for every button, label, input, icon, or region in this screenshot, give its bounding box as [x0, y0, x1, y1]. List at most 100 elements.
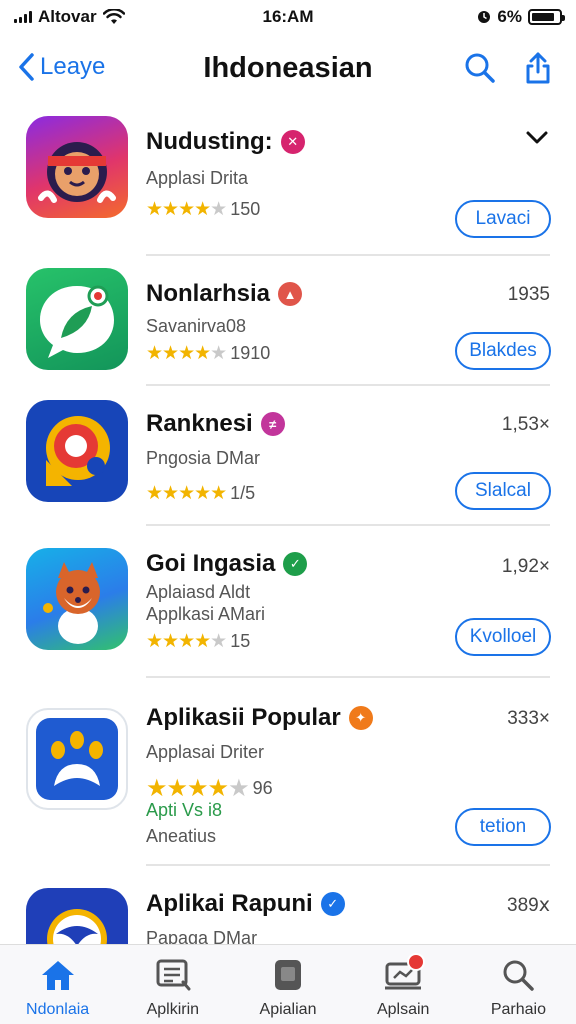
- app-name-text: Nonlarhsia: [146, 280, 271, 307]
- divider: [146, 254, 550, 256]
- app-subtitle: Pngosia DMar: [146, 448, 261, 468]
- list-item[interactable]: Nonlarhsia ▲ 1935 Savanirva08 ★★★★★ 1910…: [0, 264, 576, 384]
- verified-badge-icon: ✕: [280, 130, 305, 154]
- editor-choice-badge-icon: ≠: [260, 412, 285, 436]
- tab-list[interactable]: Aplkirin: [115, 945, 230, 1024]
- app-name: Goi Ingasia ✓: [146, 550, 308, 578]
- signal-icon: [14, 11, 32, 23]
- rating-count: 150: [230, 199, 261, 219]
- app-name: Aplikasii Popular ✦: [146, 704, 373, 732]
- fox-mascot-icon: [43, 562, 100, 644]
- share-icon: [526, 52, 550, 84]
- tab-label: Parhaio: [490, 1001, 546, 1018]
- updates-icon: [383, 953, 426, 995]
- list-item[interactable]: Aplikasii Popular ✦ 333× Applasai Driter…: [0, 690, 576, 860]
- star-rating-icon: ★★★★★: [146, 631, 227, 652]
- list-item[interactable]: Nudusting: ✕ Applasi Drita ★★★★★ 150 Lav…: [0, 114, 576, 259]
- location-pin-icon: [46, 416, 110, 486]
- tab-updates[interactable]: Aplsain: [346, 945, 461, 1024]
- app-rating: ★★★★★ 1910: [146, 342, 270, 365]
- alarm-icon: [478, 11, 491, 23]
- app-icon-aplikasii-popular: [26, 708, 128, 810]
- divider: [146, 676, 550, 678]
- app-name: Aplikai Rapuni ✓: [146, 890, 345, 918]
- carrier-name: Altovar: [38, 7, 97, 26]
- app-name-text: Goi Ingasia: [146, 550, 276, 577]
- back-button[interactable]: Leaye: [18, 52, 105, 82]
- nav-actions: [462, 50, 556, 86]
- tab-label: Aplkirin: [146, 1001, 200, 1018]
- app-size: 389ⅹ: [507, 895, 550, 916]
- popular-badge-icon: ✦: [348, 706, 373, 730]
- home-icon: [38, 955, 78, 995]
- status-left: Altovar: [14, 7, 194, 27]
- trending-badge-icon: ▲: [278, 282, 303, 306]
- tab-label: Apialian: [259, 1001, 317, 1018]
- app-extra-info: Aneatius: [146, 826, 217, 846]
- star-rating-icon: ★★★★★: [146, 483, 227, 504]
- divider: [146, 864, 550, 866]
- app-icon-aplikai-rapuni: [26, 888, 128, 944]
- paw-icon: [36, 718, 118, 800]
- app-name: Nonlarhsia ▲: [146, 280, 303, 308]
- get-button[interactable]: Slalcal: [455, 472, 551, 510]
- rating-count: 1910: [230, 343, 271, 363]
- share-button[interactable]: [520, 50, 556, 86]
- get-button[interactable]: Lavaci: [455, 200, 551, 238]
- app-size: 1,92×: [501, 556, 550, 577]
- list-item[interactable]: Ranknesi ≠ 1,53× Pngosia DMar ★★★★★ 1/5 …: [0, 394, 576, 524]
- verified-badge-icon: ✓: [320, 892, 345, 916]
- status-right: 6%: [382, 7, 565, 27]
- app-icon-nonlarhsia: [26, 268, 128, 370]
- app-subtitle: Aplaiasd Aldt: [146, 582, 251, 602]
- app-subtitle: Papaga DMar: [146, 928, 258, 944]
- list-item[interactable]: Aplikai Rapuni ✓ 389ⅹ Papaga DMar: [0, 874, 576, 944]
- leaf-bubble-icon: [40, 285, 114, 358]
- app-subtitle: Applasi Drita: [146, 168, 249, 188]
- tab-search[interactable]: Parhaio: [461, 945, 576, 1024]
- star-rating-icon: ★★★★★: [146, 199, 227, 220]
- app-rating: ★★★★★ 1/5: [146, 482, 255, 505]
- chevron-down-icon[interactable]: [524, 124, 550, 150]
- tab-home[interactable]: Ndonlaia: [0, 945, 115, 1024]
- list-item[interactable]: Goi Ingasia ✓ 1,92× Aplaiasd Aldt Applka…: [0, 536, 576, 676]
- app-extra-info: Apti Vs i8: [146, 800, 223, 820]
- search-button[interactable]: [462, 50, 498, 86]
- app-list: Nudusting: ✕ Applasi Drita ★★★★★ 150 Lav…: [0, 104, 576, 944]
- app-rating: ★★★★★ 150: [146, 198, 260, 221]
- navigation-bar: Leaye Ihdoneasian: [0, 34, 576, 104]
- app-icon-goi-ingasia: [26, 548, 128, 650]
- chevron-left-icon: [19, 53, 34, 81]
- tab-label: Aplsain: [376, 1001, 430, 1018]
- status-bar: Altovar 16:AM 6%: [0, 0, 576, 34]
- get-button[interactable]: Blakdes: [455, 332, 551, 370]
- rating-count: 15: [230, 631, 251, 651]
- star-rating-icon: ★★★★★: [146, 343, 227, 364]
- battery-level: [532, 13, 555, 21]
- verified-badge-icon: ✓: [283, 552, 308, 576]
- notification-dot: [407, 953, 426, 971]
- list-icon: [153, 955, 193, 995]
- divider: [146, 384, 550, 386]
- app-name-text: Aplikasii Popular: [146, 704, 341, 731]
- app-rating: ★★★★★ 96: [146, 774, 273, 803]
- search-icon: [498, 955, 538, 995]
- app-name: Ranknesi ≠: [146, 410, 285, 438]
- back-label: Leaye: [40, 53, 106, 80]
- get-button[interactable]: tetion: [455, 808, 551, 846]
- tab-apps[interactable]: Apialian: [230, 945, 345, 1024]
- star-rating-icon: ★★★★★: [146, 775, 250, 802]
- app-size: 333×: [507, 708, 550, 729]
- app-subtitle: Applasai Driter: [146, 742, 265, 762]
- apps-icon: [268, 955, 308, 995]
- wifi-icon: [102, 9, 125, 24]
- battery-percent: 6%: [497, 7, 522, 26]
- app-size: 1935: [507, 284, 550, 305]
- app-subtitle-secondary: Applkasi AMari: [146, 604, 266, 624]
- app-name: Nudusting: ✕: [146, 128, 305, 156]
- bird-icon: [47, 909, 107, 944]
- clock: 16:AM: [262, 7, 314, 26]
- rating-count: 96: [252, 778, 273, 798]
- get-button[interactable]: Kvolloel: [455, 618, 551, 656]
- app-icon-nudusting: [26, 116, 128, 218]
